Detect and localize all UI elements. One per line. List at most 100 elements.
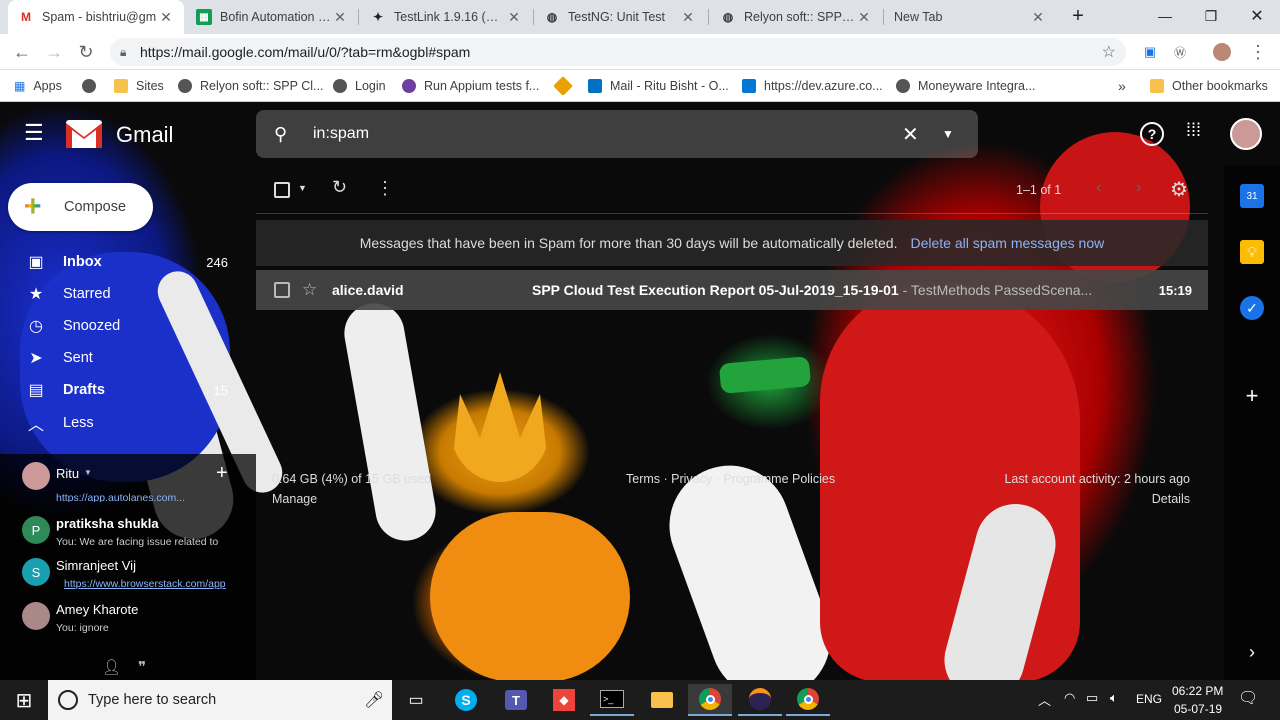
bookmark-relyon[interactable]: Relyon soft:: SPP Cl... — [178, 76, 323, 96]
older-icon[interactable]: › — [1136, 179, 1141, 197]
bookmarks-more-button[interactable]: » — [1118, 76, 1126, 96]
battery-icon[interactable]: ▭ — [1086, 690, 1098, 706]
taskbar-search-input[interactable]: Type here to search — [88, 692, 216, 708]
email-row[interactable]: ☆ alice.david SPP Cloud Test Execution R… — [256, 270, 1208, 310]
refresh-icon[interactable]: ↻ — [332, 177, 347, 198]
delete-all-spam-link[interactable]: Delete all spam messages now — [910, 235, 1104, 251]
row-checkbox[interactable] — [274, 282, 290, 298]
nav-inbox[interactable]: ▣ Inbox 246 — [0, 246, 256, 278]
compose-button[interactable]: + Compose — [8, 183, 153, 231]
forward-button[interactable]: → — [40, 38, 68, 66]
help-icon[interactable]: ? — [1140, 122, 1164, 146]
expand-panel-icon[interactable]: › — [1240, 640, 1264, 664]
terminal-icon[interactable]: >_ — [590, 684, 634, 716]
keep-icon[interactable]: 💡︎ — [1240, 240, 1264, 264]
anydesk-icon[interactable]: ◆ — [542, 684, 586, 716]
clock-time[interactable]: 06:22 PM — [1172, 684, 1223, 698]
reload-button[interactable]: ↻ — [72, 38, 100, 66]
close-icon[interactable]: ✕ — [506, 9, 522, 26]
search-icon[interactable]: ⚲ — [274, 124, 287, 145]
new-tab-button[interactable]: + — [1058, 0, 1098, 32]
policy-links[interactable]: Terms · Privacy · Programme Policies — [626, 472, 835, 486]
user-avatar[interactable] — [22, 462, 50, 490]
chrome-icon[interactable] — [786, 684, 830, 716]
more-options-icon[interactable]: ⋮ — [376, 178, 394, 199]
close-icon[interactable]: ✕ — [1030, 9, 1046, 26]
notifications-icon[interactable]: 🗨︎ — [1238, 688, 1258, 708]
search-options-icon[interactable]: ▼ — [942, 127, 954, 141]
select-all-checkbox[interactable] — [274, 182, 290, 198]
chat-user-name[interactable]: Ritu — [56, 466, 79, 481]
close-icon[interactable]: ✕ — [680, 9, 696, 26]
bookmark-globe[interactable] — [82, 76, 104, 96]
chrome-icon[interactable] — [688, 684, 732, 716]
close-icon[interactable]: ✕ — [856, 9, 872, 26]
bookmark-apps[interactable]: ▦ Apps — [14, 76, 62, 96]
bookmark-mail[interactable]: Mail - Ritu Bisht - O... — [588, 76, 729, 96]
extension-w-icon[interactable]: Ⓦ — [1166, 38, 1194, 66]
gmail-logo-text[interactable]: Gmail — [116, 122, 173, 148]
minimize-button[interactable]: — — [1142, 0, 1188, 32]
chat-link-preview[interactable]: https://app.autolanes.com... — [56, 492, 232, 502]
newer-icon[interactable]: ‹ — [1096, 179, 1101, 197]
tab-new-tab[interactable]: New Tab ✕ — [884, 0, 1056, 34]
bookmark-moneyware[interactable]: Moneyware Integra... — [896, 76, 1035, 96]
search-bar[interactable]: ⚲ in:spam ✕ ▼ — [256, 110, 978, 158]
star-bookmark-icon[interactable]: ☆ — [1102, 42, 1116, 62]
manage-storage-link[interactable]: Manage — [272, 492, 317, 506]
tab-bofin[interactable]: ▦ Bofin Automation - S ✕ — [186, 0, 358, 34]
conversations-icon[interactable]: ❞ — [138, 658, 146, 676]
show-hidden-icons-icon[interactable]: ︿ — [1038, 690, 1051, 709]
back-button[interactable]: ← — [8, 38, 36, 66]
eclipse-icon[interactable] — [738, 684, 782, 716]
chat-contact[interactable]: P pratiksha shukla You: We are facing is… — [0, 512, 256, 556]
bookmark-other[interactable]: Other bookmarks — [1150, 76, 1268, 96]
restore-button[interactable]: ❐ — [1188, 0, 1234, 32]
close-icon[interactable]: ✕ — [332, 9, 348, 26]
bookmark-appium[interactable]: Run Appium tests f... — [402, 76, 539, 96]
nav-less[interactable]: ︿ Less — [0, 407, 256, 439]
nav-sent[interactable]: ➤ Sent — [0, 342, 256, 374]
task-view-icon[interactable]: ▭ — [394, 684, 438, 716]
select-dropdown-icon[interactable]: ▼ — [298, 183, 307, 193]
wifi-icon[interactable]: ◠ — [1064, 690, 1075, 706]
get-addons-plus-icon[interactable]: + — [1240, 383, 1264, 408]
tab-spam[interactable]: M Spam - bishtriu@gm ✕ — [8, 0, 184, 34]
tab-relyon[interactable]: ◍ Relyon soft:: SPP Clo ✕ — [710, 0, 882, 34]
volume-icon[interactable]: 🔈︎ — [1110, 690, 1118, 706]
bookmark-azure[interactable]: https://dev.azure.co... — [742, 76, 883, 96]
calendar-icon[interactable]: 31 — [1240, 184, 1264, 208]
bookmark-diamond[interactable] — [553, 76, 578, 96]
menu-icon[interactable]: ⋮ — [1244, 38, 1272, 66]
chat-contact[interactable]: S Simranjeet Vij https://www.browserstac… — [0, 556, 256, 600]
main-menu-icon[interactable]: ☰ — [24, 122, 48, 146]
windows-start-icon[interactable]: ⊞ — [2, 684, 46, 716]
file-explorer-icon[interactable] — [640, 684, 684, 716]
nav-starred[interactable]: ★ Starred — [0, 278, 256, 310]
activity-details-link[interactable]: Details — [1152, 492, 1190, 506]
taskbar-search-box[interactable]: Type here to search 🎤︎ — [48, 680, 392, 720]
clock-date[interactable]: 05-07-19 — [1174, 702, 1222, 716]
account-avatar[interactable] — [1230, 118, 1262, 150]
teams-icon[interactable]: T — [494, 684, 538, 716]
clear-search-icon[interactable]: ✕ — [902, 122, 919, 147]
tasks-icon[interactable]: ✓ — [1240, 296, 1264, 320]
skype-icon[interactable]: S — [444, 684, 488, 716]
extension-icon[interactable]: ▣ — [1136, 38, 1164, 66]
search-input[interactable]: in:spam — [313, 125, 369, 143]
nav-drafts[interactable]: ▤ Drafts 15 — [0, 374, 256, 406]
nav-snoozed[interactable]: ◷ Snoozed — [0, 310, 256, 342]
settings-gear-icon[interactable]: ⚙ — [1170, 177, 1188, 202]
contacts-person-icon[interactable]: 👤︎ — [102, 658, 121, 676]
url-input[interactable]: 🔒︎ https://mail.google.com/mail/u/0/?tab… — [110, 38, 1126, 66]
close-window-button[interactable]: ✕ — [1234, 0, 1280, 32]
language-indicator[interactable]: ENG — [1136, 692, 1162, 706]
tab-testng[interactable]: ◍ TestNG: Unit Test ✕ — [534, 0, 706, 34]
tab-testlink[interactable]: ✦ TestLink 1.9.16 (Mok ✕ — [360, 0, 532, 34]
new-chat-plus-icon[interactable]: + — [216, 462, 228, 485]
profile-avatar[interactable] — [1208, 38, 1236, 66]
star-toggle-icon[interactable]: ☆ — [302, 280, 317, 300]
apps-grid-icon[interactable]: ⁞⁞⁞ — [1186, 120, 1210, 144]
microphone-icon[interactable]: 🎤︎ — [364, 690, 384, 710]
bookmark-sites[interactable]: Sites — [114, 76, 164, 96]
